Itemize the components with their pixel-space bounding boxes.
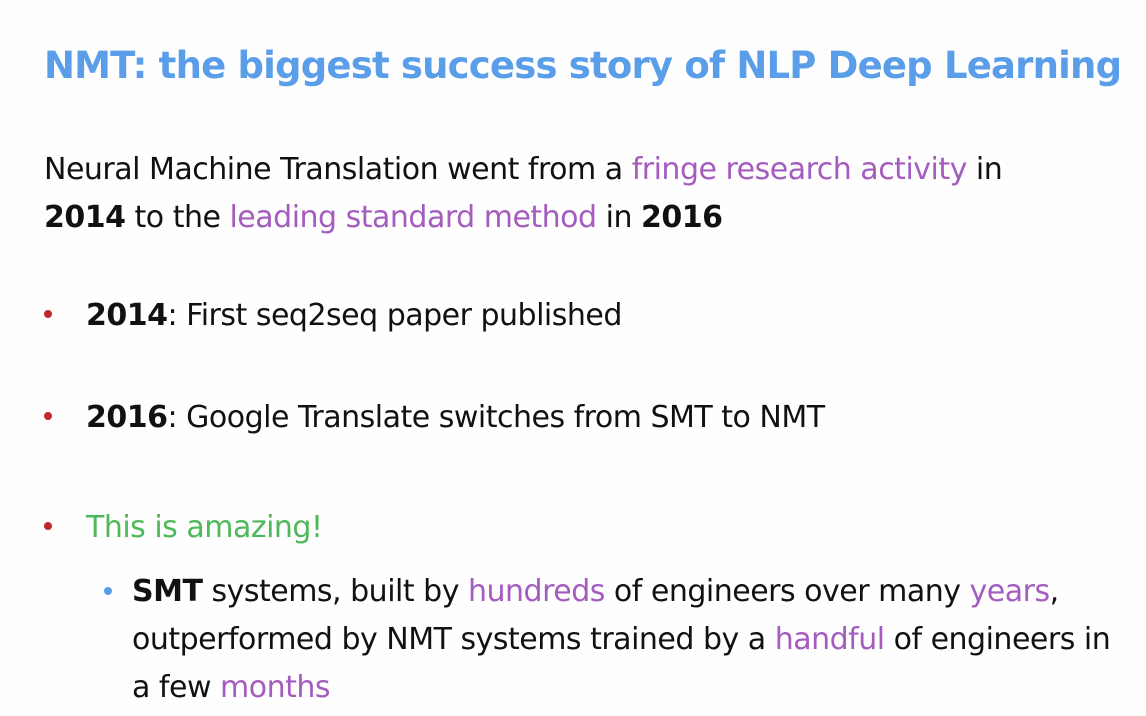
bullet-item-amazing: This is amazing! <box>44 510 323 545</box>
slide: NMT: the biggest success story of NLP De… <box>0 0 1146 716</box>
intro-text-4: in <box>596 200 641 235</box>
intro-year-2: 2016 <box>641 200 723 235</box>
sub-text-1: systems, built by <box>202 574 468 609</box>
bullet-text: This is amazing! <box>86 510 323 545</box>
bullet-year: 2016 <box>86 400 168 435</box>
sub-highlight-4: months <box>220 670 331 705</box>
slide-title: NMT: the biggest success story of NLP De… <box>44 44 1122 87</box>
intro-year-1: 2014 <box>44 200 126 235</box>
red-bullet-icon <box>44 309 52 318</box>
intro-text-3: to the <box>125 200 230 235</box>
sub-bullet-text: SMT systems, built by hundreds of engine… <box>132 568 1124 712</box>
sub-highlight-2: years <box>969 574 1051 609</box>
bullet-text: : First seq2seq paper published <box>167 298 623 333</box>
sub-bold: SMT <box>132 574 203 609</box>
blue-bullet-icon <box>104 587 112 595</box>
red-bullet-icon <box>44 411 52 420</box>
intro-paragraph: Neural Machine Translation went from a f… <box>44 146 1124 242</box>
bullet-item-2014: 2014: First seq2seq paper published <box>44 298 622 333</box>
intro-highlight-2: leading standard method <box>229 200 597 235</box>
red-bullet-icon <box>44 521 52 530</box>
sub-highlight-3: handful <box>774 622 885 657</box>
sub-bullet-item: SMT systems, built by hundreds of engine… <box>104 568 1124 712</box>
bullet-item-2016: 2016: Google Translate switches from SMT… <box>44 400 825 435</box>
bullet-text: : Google Translate switches from SMT to … <box>167 400 826 435</box>
intro-highlight-1: fringe research activity <box>631 152 968 187</box>
sub-text-2: of engineers over many <box>604 574 970 609</box>
bullet-year: 2014 <box>86 298 168 333</box>
intro-text-2: in <box>966 152 1003 187</box>
sub-highlight-1: hundreds <box>468 574 605 609</box>
intro-text-1: Neural Machine Translation went from a <box>44 152 632 187</box>
